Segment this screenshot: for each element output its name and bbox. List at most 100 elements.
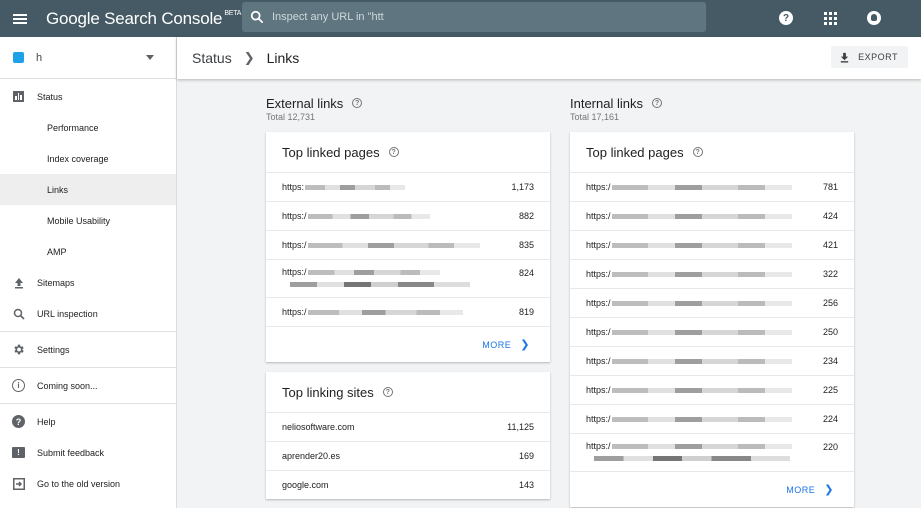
table-row[interactable]: google.com 143 xyxy=(266,470,550,499)
sidebar-item-status[interactable]: Status xyxy=(0,81,176,112)
download-icon xyxy=(840,52,849,63)
table-row[interactable]: https:/ 322 xyxy=(570,259,854,288)
url-text: https:/ xyxy=(282,240,307,250)
help-icon[interactable]: ? xyxy=(651,98,662,108)
apps-button[interactable] xyxy=(821,9,839,27)
brand-badge: BETA xyxy=(224,9,242,17)
table-row[interactable]: https:/ 835 xyxy=(266,230,550,259)
table-row[interactable]: neliosoftware.com 11,125 xyxy=(266,412,550,441)
url-text: https:/ xyxy=(586,356,611,366)
table-row[interactable]: https:/ 224 xyxy=(570,404,854,433)
section-title: External links xyxy=(266,95,344,111)
sidebar-item-performance[interactable]: Performance xyxy=(0,112,176,143)
external-links-heading: External links? xyxy=(266,95,550,111)
account-icon xyxy=(867,11,881,25)
url-text: https:/ xyxy=(586,414,611,424)
sidebar-item-mobile-usability[interactable]: Mobile Usability xyxy=(0,205,176,236)
sidebar-item-sitemaps[interactable]: Sitemaps xyxy=(0,267,176,298)
breadcrumb-status[interactable]: Status xyxy=(192,50,232,66)
help-button[interactable]: ? xyxy=(777,9,795,27)
gear-icon xyxy=(12,343,25,356)
row-value: 169 xyxy=(518,451,534,461)
table-row[interactable]: https:/ 882 xyxy=(266,201,550,230)
section-title: Internal links xyxy=(570,95,643,111)
row-url: https:/ xyxy=(586,240,792,250)
more-button[interactable]: MORE ❯ xyxy=(570,471,854,507)
more-label: MORE xyxy=(786,484,816,495)
sidebar-item-index-coverage[interactable]: Index coverage xyxy=(0,143,176,174)
search-icon xyxy=(12,307,25,320)
row-url: google.com xyxy=(282,480,329,490)
export-button[interactable]: EXPORT xyxy=(831,46,908,68)
app-bar: Google Search Console BETA Inspect any UR… xyxy=(0,0,921,37)
apps-icon xyxy=(823,11,837,25)
help-icon: ? xyxy=(12,415,25,428)
chevron-right-icon: ❯ xyxy=(824,484,834,496)
row-value: 224 xyxy=(822,414,838,424)
sidebar-item-submit-feedback[interactable]: ! Submit feedback xyxy=(0,437,176,468)
table-row[interactable]: https:/ 781 xyxy=(570,172,854,201)
help-icon[interactable]: ? xyxy=(692,147,703,157)
external-top-linked-pages-card: Top linked pages? https: 1,173 https:/ 882… xyxy=(266,132,550,362)
sidebar-item-links[interactable]: Links xyxy=(0,174,176,205)
sidebar-item-old-version[interactable]: Go to the old version xyxy=(0,468,176,499)
search-input[interactable]: Inspect any URL in "htt xyxy=(272,11,384,23)
table-row[interactable]: aprender20.es 169 xyxy=(266,441,550,470)
exit-icon xyxy=(12,477,25,490)
sidebar-item-amp[interactable]: AMP xyxy=(0,236,176,267)
redacted-url xyxy=(611,443,792,449)
redacted-url xyxy=(611,184,792,190)
sidebar-item-label: Performance xyxy=(47,122,99,133)
table-row[interactable]: https:/ 234 xyxy=(570,346,854,375)
table-row[interactable]: https:/ 250 xyxy=(570,317,854,346)
more-button[interactable]: MORE ❯ xyxy=(266,326,550,362)
url-text: https:/ xyxy=(586,441,611,451)
sidebar-item-url-inspection[interactable]: URL inspection xyxy=(0,298,176,329)
brand-logo[interactable]: Google Search Console BETA xyxy=(46,9,241,29)
help-icon: ? xyxy=(779,11,793,25)
redacted-url xyxy=(307,269,440,275)
row-value: 1,173 xyxy=(511,182,534,192)
sidebar-item-label: Mobile Usability xyxy=(47,215,111,226)
menu-icon xyxy=(13,13,27,24)
external-links-section: External links? Total 12,731 Top linked … xyxy=(266,95,550,499)
help-icon[interactable]: ? xyxy=(388,147,399,157)
redacted-url xyxy=(611,242,792,248)
url-text: https:/ xyxy=(586,327,611,337)
row-url: https:/ xyxy=(586,269,792,279)
sidebar-divider xyxy=(0,367,176,368)
url-text: https:/ xyxy=(282,267,307,277)
redacted-url xyxy=(307,213,430,219)
redacted-url xyxy=(611,271,792,277)
sidebar-divider xyxy=(0,403,176,404)
internal-links-section: Internal links? Total 17,161 Top linked … xyxy=(570,95,854,507)
sidebar-item-settings[interactable]: Settings xyxy=(0,334,176,365)
table-row[interactable]: https:/ 220 xyxy=(570,433,854,471)
table-row[interactable]: https:/ 424 xyxy=(570,201,854,230)
help-icon[interactable]: ? xyxy=(382,387,393,397)
table-row[interactable]: https:/ 225 xyxy=(570,375,854,404)
url-inspection-search[interactable]: Inspect any URL in "htt xyxy=(242,2,706,32)
row-value: 250 xyxy=(822,327,838,337)
account-button[interactable] xyxy=(865,9,883,27)
menu-button[interactable] xyxy=(0,0,40,37)
table-row[interactable]: https: 1,173 xyxy=(266,172,550,201)
sidebar-item-help[interactable]: ? Help xyxy=(0,406,176,437)
external-top-linking-sites-card: Top linking sites? neliosoftware.com 11,1… xyxy=(266,372,550,499)
help-icon[interactable]: ? xyxy=(352,98,363,108)
table-row[interactable]: https:/ 824 xyxy=(266,259,550,297)
redacted-url xyxy=(611,416,792,422)
table-row[interactable]: https:/ 819 xyxy=(266,297,550,326)
row-value: 234 xyxy=(822,356,838,366)
card-title: Top linking sites? xyxy=(266,372,550,412)
card-title: Top linked pages? xyxy=(570,132,854,172)
row-value: 11,125 xyxy=(507,422,534,432)
table-row[interactable]: https:/ 421 xyxy=(570,230,854,259)
property-selector[interactable]: h xyxy=(0,37,176,79)
url-text: https:/ xyxy=(586,182,611,192)
page-header: Status ❯ Links EXPORT xyxy=(177,37,921,79)
sidebar-item-label: AMP xyxy=(47,246,67,257)
card-title: Top linked pages? xyxy=(266,132,550,172)
sidebar-item-coming-soon[interactable]: i Coming soon... xyxy=(0,370,176,401)
table-row[interactable]: https:/ 256 xyxy=(570,288,854,317)
